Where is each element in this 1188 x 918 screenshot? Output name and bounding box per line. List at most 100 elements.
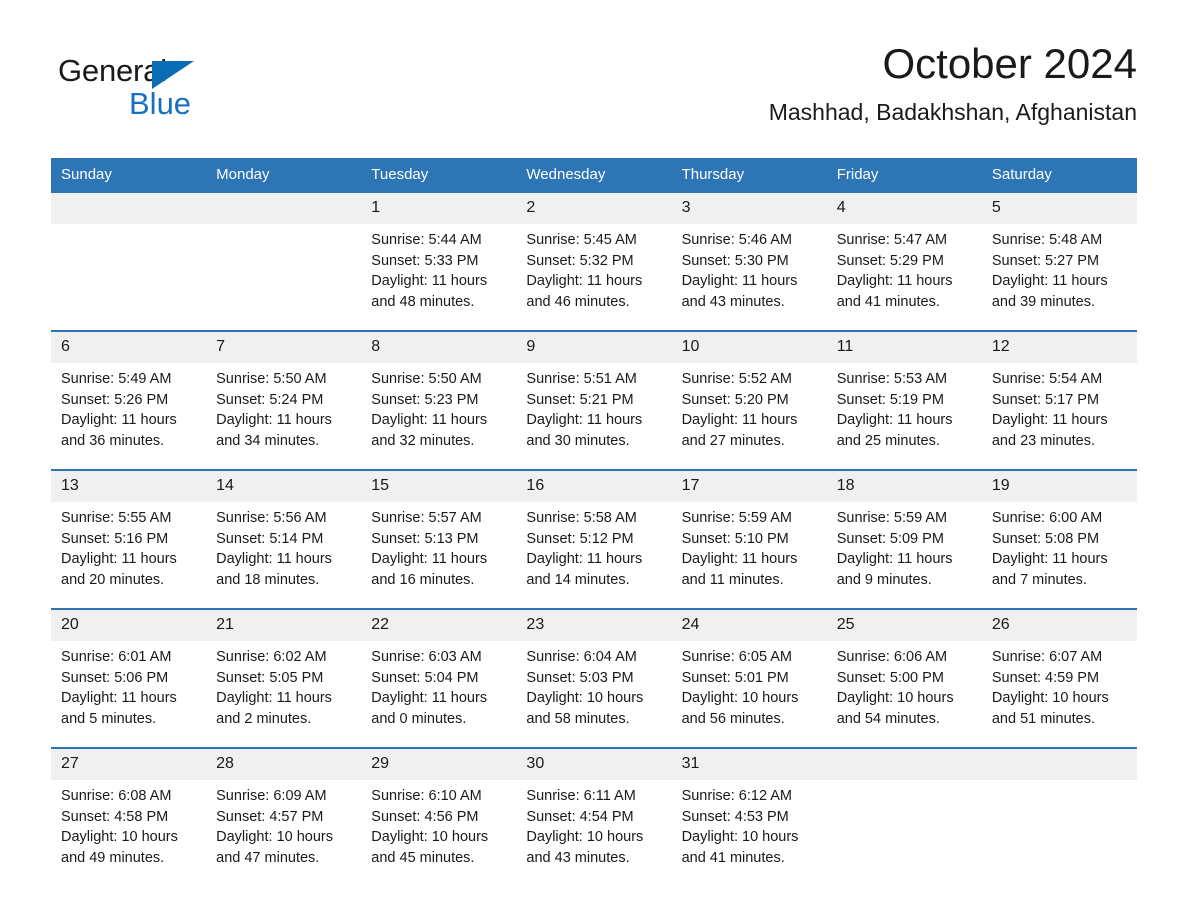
day-sun-info: Sunrise: 5:51 AM Sunset: 5:21 PM Daylight:… [516,363,671,451]
calendar-day-cell[interactable]: 19 Sunrise: 6:00 AM Sunset: 5:08 PM Dayligh… [981,471,1137,590]
day-number: 1 [361,193,517,224]
week-spacer [51,312,1137,330]
sunset-text: Sunset: 5:32 PM [526,252,634,269]
daylight-text: Daylight: 10 hours and 54 minutes. [836,690,954,727]
sunset-text: Sunset: 5:10 PM [681,530,789,547]
sunrise-text: Sunrise: 5:50 AM [216,371,327,387]
sunrise-text: Sunrise: 5:44 AM [371,232,482,248]
calendar-day-cell[interactable]: 10 Sunrise: 5:52 AM Sunset: 5:20 PM Dayligh… [671,332,827,451]
calendar-day-cell[interactable]: 3 Sunrise: 5:46 AM Sunset: 5:30 PM Daylight… [671,193,827,312]
calendar-day-cell[interactable]: 29 Sunrise: 6:10 AM Sunset: 4:56 PM Dayligh… [361,749,517,868]
sunset-text: Sunset: 5:04 PM [371,669,479,686]
calendar-day-cell[interactable]: 28 Sunrise: 6:09 AM Sunset: 4:57 PM Dayligh… [206,749,362,868]
sunset-text: Sunset: 5:30 PM [681,252,789,269]
day-number: 20 [51,610,207,641]
calendar-day-cell[interactable]: 22 Sunrise: 6:03 AM Sunset: 5:04 PM Dayligh… [361,610,517,729]
calendar-day-cell[interactable]: 14 Sunrise: 5:56 AM Sunset: 5:14 PM Dayligh… [206,471,362,590]
sunrise-text: Sunrise: 5:58 AM [526,510,637,526]
day-sun-info: Sunrise: 6:03 AM Sunset: 5:04 PM Daylight:… [361,641,516,729]
calendar-day-cell[interactable]: 26 Sunrise: 6:07 AM Sunset: 4:59 PM Dayligh… [981,610,1137,729]
calendar-week-row: 13 Sunrise: 5:55 AM Sunset: 5:16 PM Dayligh… [51,469,1137,590]
calendar-day-cell[interactable]: 23 Sunrise: 6:04 AM Sunset: 5:03 PM Dayligh… [516,610,672,729]
sunset-text: Sunset: 5:14 PM [216,530,324,547]
day-sun-info [982,780,1137,786]
sunset-text: Sunset: 5:17 PM [991,391,1100,408]
sunset-text: Sunset: 5:21 PM [526,391,634,408]
calendar-day-cell-empty [206,193,362,312]
day-sun-info: Sunrise: 5:56 AM Sunset: 5:14 PM Daylight:… [206,502,361,590]
calendar-day-cell[interactable]: 24 Sunrise: 6:05 AM Sunset: 5:01 PM Dayligh… [671,610,827,729]
calendar-week-row: 6 Sunrise: 5:49 AM Sunset: 5:26 PM Daylight… [51,330,1137,451]
calendar-day-cell[interactable]: 16 Sunrise: 5:58 AM Sunset: 5:12 PM Dayligh… [516,471,672,590]
day-number: 29 [361,749,517,780]
day-sun-info: Sunrise: 5:46 AM Sunset: 5:30 PM Daylight:… [672,224,827,312]
day-number: 3 [671,193,827,224]
calendar-day-cell[interactable]: 8 Sunrise: 5:50 AM Sunset: 5:23 PM Daylight… [361,332,517,451]
day-number: 14 [206,471,362,502]
calendar-day-cell[interactable]: 17 Sunrise: 5:59 AM Sunset: 5:10 PM Dayligh… [671,471,827,590]
sunset-text: Sunset: 5:20 PM [681,391,789,408]
sunset-text: Sunset: 5:13 PM [371,530,479,547]
sunrise-text: Sunrise: 5:52 AM [681,371,792,387]
sunset-text: Sunset: 5:01 PM [681,669,789,686]
sunrise-text: Sunrise: 6:05 AM [681,649,792,665]
day-sun-info: Sunrise: 5:59 AM Sunset: 5:10 PM Daylight:… [672,502,827,590]
calendar-day-cell[interactable]: 5 Sunrise: 5:48 AM Sunset: 5:27 PM Daylight… [981,193,1137,312]
weekday-header-tuesday: Tuesday [371,166,429,183]
calendar-day-cell[interactable]: 1 Sunrise: 5:44 AM Sunset: 5:33 PM Daylight… [361,193,517,312]
calendar-day-cell[interactable]: 20 Sunrise: 6:01 AM Sunset: 5:06 PM Dayligh… [51,610,207,729]
calendar-day-cell[interactable]: 15 Sunrise: 5:57 AM Sunset: 5:13 PM Dayligh… [361,471,517,590]
day-number: 8 [361,332,517,363]
weekday-header-wednesday: Wednesday [526,166,606,183]
sunset-text: Sunset: 4:53 PM [681,808,789,825]
day-number: 27 [51,749,207,780]
calendar-day-cell[interactable]: 21 Sunrise: 6:02 AM Sunset: 5:05 PM Dayligh… [206,610,362,729]
calendar-day-cell[interactable]: 2 Sunrise: 5:45 AM Sunset: 5:32 PM Daylight… [516,193,672,312]
sunrise-text: Sunrise: 6:03 AM [371,649,482,665]
sunset-text: Sunset: 4:58 PM [61,808,169,825]
day-sun-info: Sunrise: 6:06 AM Sunset: 5:00 PM Daylight:… [827,641,982,729]
calendar-day-cell[interactable]: 30 Sunrise: 6:11 AM Sunset: 4:54 PM Dayligh… [516,749,672,868]
day-number: 4 [826,193,982,224]
sunset-text: Sunset: 5:06 PM [61,669,169,686]
day-sun-info: Sunrise: 5:47 AM Sunset: 5:29 PM Daylight:… [827,224,982,312]
sunset-text: Sunset: 5:12 PM [526,530,634,547]
calendar-weeks: 1 Sunrise: 5:44 AM Sunset: 5:33 PM Daylight… [51,193,1137,868]
calendar-day-cell[interactable]: 11 Sunrise: 5:53 AM Sunset: 5:19 PM Dayligh… [826,332,982,451]
day-number: 2 [516,193,672,224]
weekday-header-monday: Monday [216,166,270,183]
calendar-day-cell-empty [51,193,207,312]
calendar-day-cell[interactable]: 6 Sunrise: 5:49 AM Sunset: 5:26 PM Daylight… [51,332,207,451]
daylight-text: Daylight: 11 hours and 30 minutes. [526,412,643,449]
daylight-text: Daylight: 11 hours and 11 minutes. [681,551,798,588]
calendar-day-cell[interactable]: 31 Sunrise: 6:12 AM Sunset: 4:53 PM Dayligh… [671,749,827,868]
calendar-day-cell[interactable]: 25 Sunrise: 6:06 AM Sunset: 5:00 PM Dayligh… [826,610,982,729]
daylight-text: Daylight: 11 hours and 34 minutes. [216,412,332,449]
calendar-day-cell[interactable]: 4 Sunrise: 5:47 AM Sunset: 5:29 PM Daylight… [826,193,982,312]
calendar-day-cell[interactable]: 9 Sunrise: 5:51 AM Sunset: 5:21 PM Daylight… [516,332,672,451]
day-sun-info: Sunrise: 5:57 AM Sunset: 5:13 PM Daylight:… [361,502,516,590]
calendar-day-cell[interactable]: 13 Sunrise: 5:55 AM Sunset: 5:16 PM Dayligh… [51,471,207,590]
day-number: 24 [671,610,827,641]
calendar-day-cell[interactable]: 18 Sunrise: 5:59 AM Sunset: 5:09 PM Dayligh… [826,471,982,590]
calendar-week-row: 20 Sunrise: 6:01 AM Sunset: 5:06 PM Dayligh… [51,608,1137,729]
calendar-day-cell-empty [981,749,1137,868]
daylight-text: Daylight: 11 hours and 27 minutes. [681,412,798,449]
daylight-text: Daylight: 11 hours and 25 minutes. [836,412,953,449]
day-number [206,193,362,224]
day-number [51,193,207,224]
weekday-header-sunday: Sunday [61,166,112,183]
sunrise-text: Sunrise: 5:53 AM [836,371,948,387]
day-sun-info [51,224,206,230]
sunrise-text: Sunrise: 5:49 AM [61,371,172,387]
day-sun-info: Sunrise: 6:01 AM Sunset: 5:06 PM Daylight:… [51,641,206,729]
day-number: 19 [981,471,1137,502]
day-sun-info: Sunrise: 6:02 AM Sunset: 5:05 PM Daylight:… [206,641,361,729]
calendar-day-cell[interactable]: 27 Sunrise: 6:08 AM Sunset: 4:58 PM Dayligh… [51,749,207,868]
calendar-day-cell[interactable]: 12 Sunrise: 5:54 AM Sunset: 5:17 PM Dayligh… [981,332,1137,451]
daylight-text: Daylight: 10 hours and 56 minutes. [681,690,799,727]
sunrise-text: Sunrise: 6:11 AM [526,788,636,804]
sunset-text: Sunset: 4:54 PM [526,808,634,825]
daylight-text: Daylight: 11 hours and 39 minutes. [991,273,1108,310]
calendar-day-cell[interactable]: 7 Sunrise: 5:50 AM Sunset: 5:24 PM Daylight… [206,332,362,451]
